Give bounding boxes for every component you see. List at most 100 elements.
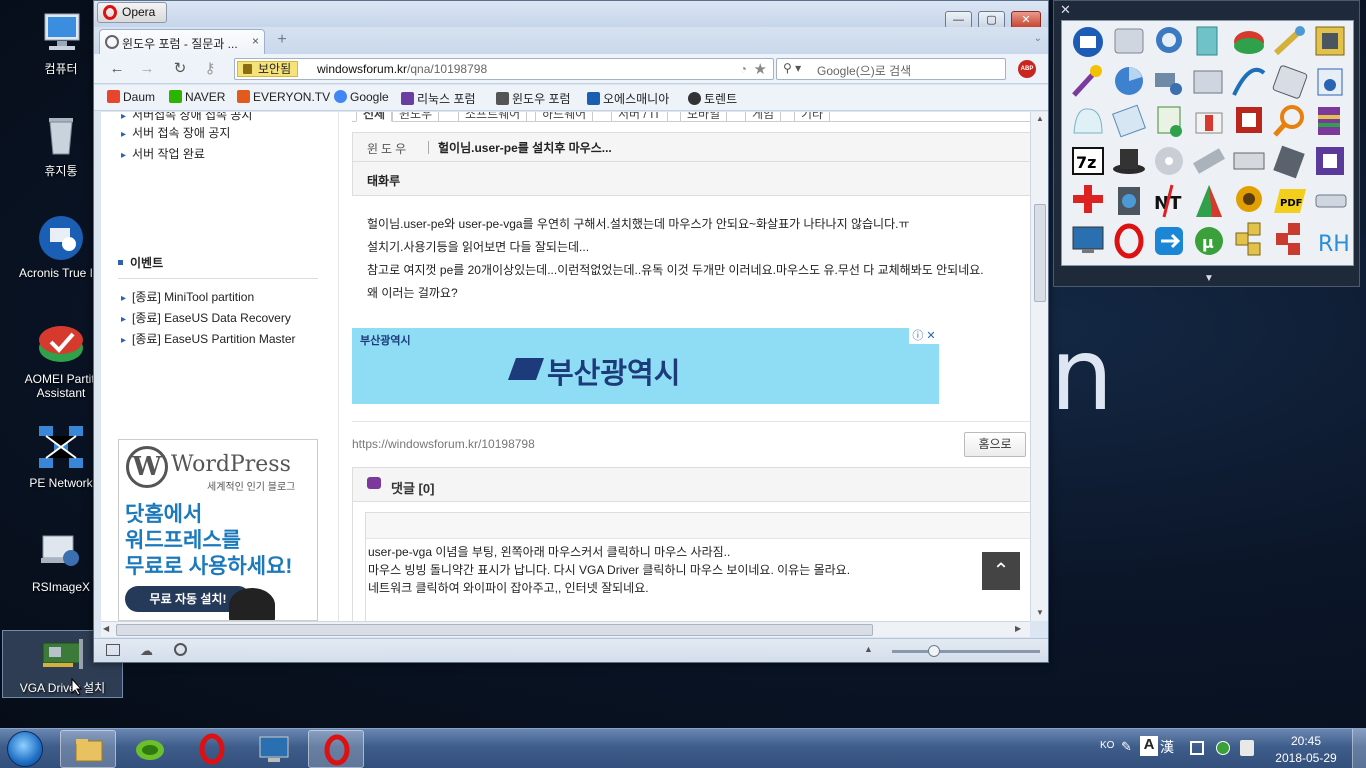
horizontal-scroll-thumb[interactable] bbox=[116, 624, 873, 636]
start-button[interactable] bbox=[7, 731, 43, 767]
taskbar-opera-2[interactable] bbox=[308, 730, 364, 768]
reload-button[interactable]: ↻ bbox=[170, 60, 190, 78]
launcher-app-icon[interactable] bbox=[1073, 108, 1103, 134]
taskbar-app-green[interactable] bbox=[122, 730, 178, 768]
wordpress-ad[interactable]: W WordPress 세계적인 인기 블로그 닷홈에서 워드프레스를 무료로 … bbox=[118, 439, 318, 621]
launcher-app-icon[interactable] bbox=[1317, 68, 1343, 96]
launcher-app-icon[interactable] bbox=[1196, 26, 1218, 56]
show-desktop-button[interactable] bbox=[1352, 729, 1366, 768]
turbo-icon[interactable] bbox=[174, 643, 187, 656]
scroll-left-icon[interactable]: ◀ bbox=[103, 624, 109, 633]
launcher-app-icon[interactable] bbox=[1157, 106, 1182, 137]
comment-textarea[interactable]: user-pe-vga 이념을 부팅, 왼쪽아래 마우스커서 클릭하니 마우스 … bbox=[365, 512, 1030, 621]
launcher-close-icon[interactable]: ✕ bbox=[1060, 2, 1071, 18]
event-link-minitool[interactable]: [종료] MiniTool partition bbox=[121, 288, 254, 305]
launcher-app-icon[interactable]: PDF bbox=[1274, 189, 1306, 213]
launcher-app-icon[interactable] bbox=[1318, 107, 1340, 135]
board-tab-etc[interactable]: 기타 bbox=[794, 112, 831, 122]
sidebar-link-server-outage[interactable]: 서버 접속 장애 공지 bbox=[121, 124, 230, 141]
launcher-app-icon[interactable]: 7z bbox=[1072, 147, 1104, 175]
horizontal-scrollbar[interactable]: ◀ ▶ bbox=[101, 621, 1030, 637]
vertical-scroll-thumb[interactable] bbox=[1034, 204, 1046, 302]
launcher-app-icon[interactable] bbox=[1155, 227, 1183, 255]
bookmark-everyon[interactable]: EVERYON.TV bbox=[237, 90, 330, 104]
new-tab-button[interactable]: + bbox=[272, 31, 292, 49]
address-bar[interactable]: 보안됨 windowsforum.kr/qna/10198798 ◔ ★ bbox=[234, 58, 774, 80]
board-tab-windows[interactable]: 윈도우 bbox=[392, 112, 440, 122]
launcher-app-icon[interactable] bbox=[1276, 223, 1300, 255]
post-category[interactable]: 윈도우 bbox=[367, 140, 409, 157]
cloud-icon[interactable]: ☁ bbox=[140, 643, 153, 659]
launcher-app-icon[interactable] bbox=[1273, 145, 1305, 179]
clock-date[interactable]: 2018-05-29 bbox=[1266, 751, 1346, 765]
bookmark-naver[interactable]: NAVER bbox=[169, 90, 225, 104]
key-icon[interactable]: ⚷ bbox=[200, 60, 220, 78]
taskbar-monitor[interactable] bbox=[246, 730, 302, 768]
launcher-app-icon[interactable] bbox=[1234, 31, 1264, 54]
tray-fullscreen-icon[interactable] bbox=[1190, 741, 1204, 755]
launcher-app-icon[interactable]: RH bbox=[1318, 232, 1350, 257]
launcher-app-icon[interactable] bbox=[1236, 186, 1262, 212]
launcher-app-icon[interactable] bbox=[1232, 67, 1266, 96]
launcher-app-icon[interactable] bbox=[1118, 187, 1140, 215]
board-tab-mobile[interactable]: 모바일 bbox=[680, 112, 728, 122]
launcher-app-icon[interactable] bbox=[1233, 152, 1265, 170]
launcher-app-icon[interactable] bbox=[1115, 67, 1143, 95]
event-link-easeus-recovery[interactable]: [종료] EaseUS Data Recovery bbox=[121, 309, 291, 326]
launcher-app-icon[interactable] bbox=[1315, 26, 1345, 56]
security-badge[interactable]: 보안됨 bbox=[237, 61, 299, 77]
busan-ad-banner[interactable]: 부산광역시 부산광역시 ⓘ ✕ bbox=[352, 328, 939, 404]
panel-toggle-icon[interactable] bbox=[106, 644, 120, 656]
forward-button[interactable]: → bbox=[137, 60, 157, 78]
launcher-app-icon[interactable] bbox=[1273, 105, 1304, 137]
zoom-slider[interactable] bbox=[892, 650, 1040, 653]
board-tab-game[interactable]: 게임 bbox=[745, 112, 782, 122]
launcher-app-icon[interactable] bbox=[1155, 73, 1182, 95]
sidebar-link-server-work[interactable]: 서버 작업 완료 bbox=[121, 145, 205, 162]
launcher-app-icon[interactable] bbox=[1195, 112, 1223, 134]
ime-hanja-toggle[interactable]: 漢 bbox=[1160, 737, 1174, 757]
url-text[interactable]: windowsforum.kr/qna/10198798 bbox=[317, 62, 487, 76]
ime-pen-icon[interactable]: ✎ bbox=[1121, 739, 1132, 755]
taskbar-explorer[interactable] bbox=[60, 730, 116, 768]
back-button[interactable]: ← bbox=[107, 60, 127, 78]
zoom-slider-handle[interactable] bbox=[928, 645, 940, 657]
launcher-expand-icon[interactable]: ▼ bbox=[1204, 273, 1214, 284]
launcher-app-icon[interactable] bbox=[1236, 107, 1262, 133]
launcher-app-icon[interactable] bbox=[1072, 65, 1102, 97]
tab-close-icon[interactable]: × bbox=[252, 34, 259, 48]
bookmark-daum[interactable]: Daum bbox=[107, 90, 155, 104]
vertical-scrollbar[interactable]: ▲ ▼ bbox=[1030, 112, 1048, 621]
launcher-app-icon[interactable] bbox=[1114, 223, 1144, 259]
bookmark-osmania[interactable]: 오에스매니아 bbox=[587, 90, 669, 107]
launcher-app-icon[interactable] bbox=[1114, 28, 1144, 54]
launcher-app-icon[interactable] bbox=[1193, 70, 1223, 94]
bookmark-windows-forum[interactable]: 윈도우 포럼 bbox=[496, 90, 571, 107]
launcher-app-icon[interactable] bbox=[1316, 147, 1344, 175]
zoom-up-icon[interactable]: ▲ bbox=[864, 644, 873, 654]
tray-app-icon[interactable] bbox=[1216, 741, 1230, 755]
launcher-app-icon[interactable] bbox=[1073, 27, 1103, 57]
board-tab-server[interactable]: 서버 / IT bbox=[611, 112, 668, 122]
launcher-app-icon[interactable] bbox=[1073, 185, 1103, 213]
rss-icon[interactable]: ◔ bbox=[740, 62, 747, 76]
bookmark-torrent[interactable]: 토렌트 bbox=[688, 90, 737, 107]
event-link-easeus-partition[interactable]: [종료] EaseUS Partition Master bbox=[121, 330, 295, 347]
short-url[interactable]: https://windowsforum.kr/10198798 bbox=[352, 437, 535, 451]
launcher-app-icon[interactable]: NT bbox=[1154, 184, 1182, 218]
adblock-plus-icon[interactable]: ABP bbox=[1018, 60, 1036, 78]
launcher-app-icon[interactable] bbox=[1156, 27, 1182, 53]
bookmark-linux-forum[interactable]: 리눅스 포럼 bbox=[401, 90, 476, 107]
launcher-app-icon[interactable] bbox=[1113, 149, 1145, 174]
launcher-app-icon[interactable]: µ bbox=[1195, 227, 1223, 255]
launcher-app-icon[interactable] bbox=[1072, 226, 1104, 253]
launcher-app-icon[interactable] bbox=[1235, 222, 1261, 256]
launcher-app-icon[interactable] bbox=[1196, 185, 1222, 217]
launcher-app-icon[interactable] bbox=[1273, 26, 1305, 56]
tab-list-chevron-icon[interactable]: ⌄ bbox=[1034, 33, 1042, 44]
post-author[interactable]: 태화루 bbox=[352, 162, 1030, 196]
tab-windowsforum[interactable]: 윈도우 포럼 - 질문과 ... × bbox=[99, 29, 265, 54]
scroll-right-icon[interactable]: ▶ bbox=[1015, 624, 1021, 633]
launcher-app-icon[interactable] bbox=[1315, 194, 1347, 208]
home-button[interactable]: 홈으로 bbox=[964, 432, 1026, 457]
